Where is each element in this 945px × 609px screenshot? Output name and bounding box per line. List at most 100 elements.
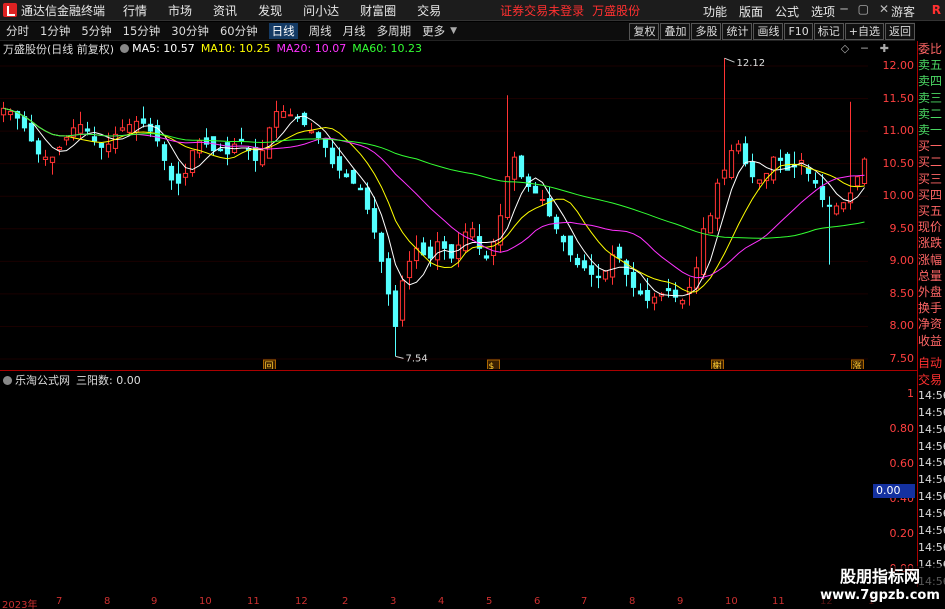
quote-field-label[interactable]: 净资 (918, 316, 945, 332)
quote-field-label[interactable]: 委比 (918, 41, 945, 57)
candle-body (567, 235, 574, 256)
indicator-tick-label: 0.20 (889, 527, 915, 540)
quote-field-label[interactable]: 总量 (918, 268, 945, 284)
period-30min[interactable]: 30分钟 (171, 23, 209, 39)
quote-field-label[interactable]: 卖二 (918, 106, 945, 122)
ma-line (3, 107, 865, 293)
period-5min[interactable]: 5分钟 (81, 23, 111, 39)
guest-label[interactable]: 游客 (891, 3, 915, 20)
price-tick-label: 10.00 (882, 189, 915, 203)
menu-gongshi[interactable]: 公式 (775, 3, 799, 20)
time-tick-label: 10 (725, 596, 738, 607)
quote-field-label[interactable]: 涨跌 (918, 235, 945, 251)
period-fenshi[interactable]: 分时 (6, 23, 29, 39)
period-more[interactable]: 更多 (422, 23, 445, 39)
zoom-in-icon[interactable]: ✚ (880, 42, 889, 55)
quote-field-label[interactable]: 买五 (918, 203, 945, 219)
quote-field-label[interactable]: 卖一 (918, 122, 945, 138)
price-tick-label: 7.50 (889, 352, 915, 365)
period-multi[interactable]: 多周期 (377, 23, 412, 39)
candle-body (462, 231, 469, 252)
quote-field-label[interactable]: 买二 (918, 154, 945, 170)
event-marker-label: $ (489, 362, 495, 369)
minimize-icon[interactable]: ─ (840, 2, 847, 16)
app-window: 通达信金融终端 行情 市场 资讯 发现 问小达 财富圈 交易 证券交易未登录 万… (0, 0, 945, 609)
current-stock-name: 万盛股份 (592, 3, 641, 18)
quote-field-label[interactable]: 卖四 (918, 73, 945, 89)
trade-label[interactable]: 交易 (918, 371, 945, 388)
tool-f10-button[interactable]: F10 (784, 23, 813, 40)
indicator-tick-label: 0.80 (889, 422, 915, 435)
menu-banmian[interactable]: 版面 (739, 3, 763, 20)
tool-huaxian-button[interactable]: 画线 (753, 23, 784, 40)
kline-chart[interactable]: 12.12 7.54 回 $ 榭 涨 (0, 56, 871, 369)
tool-duogu-button[interactable]: 多股 (691, 23, 722, 40)
candle-body (308, 130, 315, 134)
candle-body (280, 111, 287, 118)
quote-field-label[interactable]: 买三 (918, 171, 945, 187)
menu-xuanxiang[interactable]: 选项 (811, 3, 835, 20)
menu-shichang[interactable]: 市场 (168, 2, 192, 19)
price-tick-label: 9.50 (889, 221, 915, 235)
tick-time: 14:56 (918, 524, 945, 538)
period-monthly[interactable]: 月线 (343, 23, 366, 39)
menu-wenxiaoda[interactable]: 问小达 (303, 2, 339, 19)
trade-status-text[interactable]: 证券交易未登录 (500, 2, 584, 19)
time-tick-label: 5 (486, 596, 493, 607)
watermark: 股朋指标网 www.7gpzb.com (815, 566, 945, 609)
tool-fuquan-button[interactable]: 复权 (629, 23, 660, 40)
settings-circle-icon[interactable] (120, 44, 130, 53)
diamond-icon[interactable]: ◇ (841, 42, 849, 55)
low-marker-label: 7.54 (406, 353, 428, 364)
candle-body (301, 112, 308, 126)
candle-body (560, 235, 567, 243)
tool-tongji-button[interactable]: 统计 (722, 23, 753, 40)
chevron-down-icon[interactable]: ▼ (450, 26, 457, 36)
tool-zixuan-button[interactable]: +自选 (844, 23, 884, 40)
period-weekly[interactable]: 周线 (309, 23, 332, 39)
quote-field-label[interactable]: 现价 (918, 219, 945, 235)
candle-body (98, 142, 105, 148)
indicator-current-value: 0.00 (873, 484, 915, 498)
period-15min[interactable]: 15分钟 (123, 23, 161, 39)
candle-body (518, 155, 525, 178)
time-tick-label: 9 (677, 596, 684, 607)
quote-field-label[interactable]: 买一 (918, 138, 945, 154)
zoom-out-icon[interactable]: ─ (861, 42, 868, 55)
tool-diejia-button[interactable]: 叠加 (660, 23, 691, 40)
tick-time: 14:56 (918, 388, 945, 402)
menu-hangqing[interactable]: 行情 (123, 2, 147, 19)
chart-tools: 复权 叠加 多股 统计 画线 F10 标记 +自选 返回 (628, 23, 915, 40)
ma-legend: 万盛股份(日线 前复权) MA5: 10.57 MA10: 10.25 MA20… (0, 41, 428, 56)
quote-field-label[interactable]: 卖三 (918, 90, 945, 106)
period-daily[interactable]: 日线 (268, 23, 298, 39)
indicator-settings-icon[interactable] (3, 375, 12, 385)
time-tick-label: 6 (534, 596, 541, 607)
quote-field-label[interactable]: 外盘 (918, 284, 945, 300)
candle-body (112, 133, 119, 149)
tool-biaoji-button[interactable]: 标记 (813, 23, 844, 40)
price-tick-label: 11.00 (882, 124, 915, 138)
quote-field-label[interactable]: 买四 (918, 187, 945, 203)
quote-field-label[interactable]: 卖五 (918, 57, 945, 73)
candle-body (637, 290, 644, 295)
maximize-icon[interactable]: ▢ (858, 2, 869, 16)
pane-divider[interactable] (0, 370, 917, 371)
quote-field-label[interactable]: 收益 (918, 333, 945, 349)
quote-field-label[interactable]: 换手 (918, 300, 945, 316)
menu-gongneng[interactable]: 功能 (703, 3, 727, 20)
time-tick-label: 8 (104, 596, 111, 607)
menu-faxian[interactable]: 发现 (258, 2, 282, 19)
candle-body (441, 241, 448, 249)
period-1min[interactable]: 1分钟 (40, 23, 70, 39)
menu-zixun[interactable]: 资讯 (213, 2, 237, 19)
menu-caifuquan[interactable]: 财富圈 (360, 2, 396, 19)
candle-body (350, 169, 357, 184)
quote-field-label[interactable]: 涨幅 (918, 252, 945, 268)
period-60min[interactable]: 60分钟 (220, 23, 258, 39)
tool-fanhui-button[interactable]: 返回 (885, 23, 915, 40)
auto-trade-label[interactable]: 自动 (918, 354, 945, 371)
menu-jiaoyi[interactable]: 交易 (417, 2, 441, 19)
close-icon[interactable]: ✕ (879, 2, 889, 16)
tick-time: 14:56 (918, 473, 945, 487)
